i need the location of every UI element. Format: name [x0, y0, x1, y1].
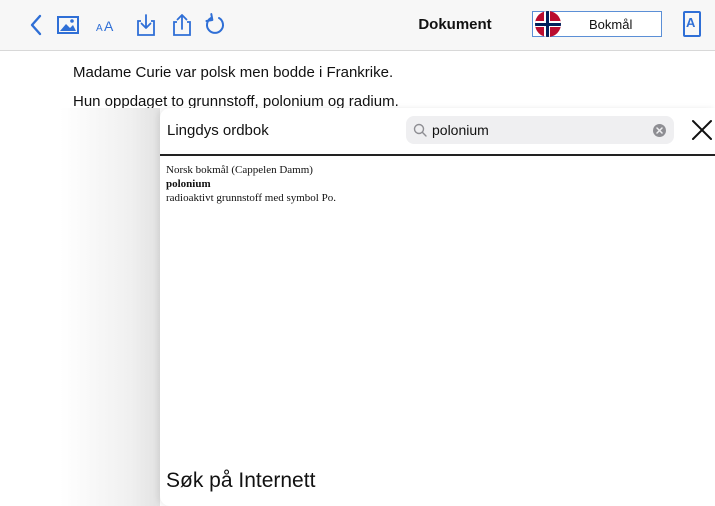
language-selector[interactable]: Bokmål	[532, 11, 662, 37]
dictionary-panel: Lingdys ordbok polonium Norsk bokmål (Ca…	[160, 108, 715, 506]
clear-search-icon[interactable]	[653, 124, 666, 137]
undo-icon[interactable]	[202, 12, 228, 38]
dictionary-headword: polonium	[166, 178, 211, 190]
search-input-value[interactable]: polonium	[432, 122, 489, 138]
web-search-button[interactable]: Søk på Internett	[166, 469, 315, 493]
svg-text:A: A	[104, 18, 114, 34]
language-label: Bokmål	[589, 17, 633, 32]
panel-divider	[160, 154, 715, 156]
document-line-1: Madame Curie var polsk men bodde i Frank…	[73, 64, 394, 81]
share-icon[interactable]	[169, 12, 195, 38]
dictionary-definition: radioaktivt grunnstoff med symbol Po.	[166, 192, 336, 204]
app-book-icon[interactable]: A	[683, 11, 701, 37]
dictionary-title: Lingdys ordbok	[167, 122, 269, 139]
back-chevron-icon[interactable]	[24, 12, 50, 38]
toolbar-title: Dokument	[418, 16, 492, 33]
font-size-icon[interactable]: AA	[93, 12, 121, 38]
close-icon[interactable]	[690, 118, 714, 142]
norway-flag-icon	[535, 11, 561, 37]
dictionary-source: Norsk bokmål (Cappelen Damm)	[166, 164, 313, 176]
document-margin-shade	[60, 108, 160, 506]
download-icon[interactable]	[133, 12, 159, 38]
top-toolbar: AA Dokument Bokmål A	[0, 0, 715, 51]
svg-text:A: A	[96, 23, 103, 34]
image-icon[interactable]	[55, 12, 81, 38]
search-icon	[413, 123, 427, 137]
dictionary-search-field[interactable]: polonium	[406, 116, 674, 144]
